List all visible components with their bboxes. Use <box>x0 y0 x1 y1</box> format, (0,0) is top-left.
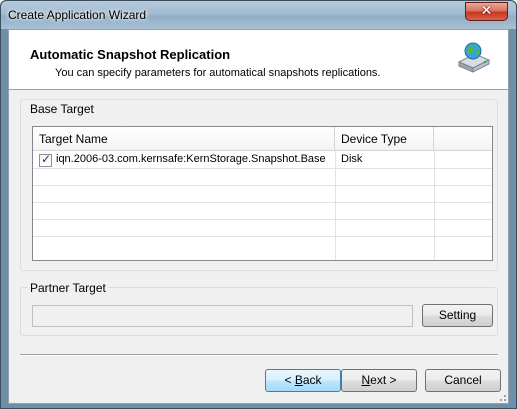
wizard-client-area: Automatic Snapshot Replication You can s… <box>8 29 509 404</box>
table-row-empty <box>33 237 492 254</box>
back-prefix: < <box>284 373 295 387</box>
disk-sync-icon <box>457 42 491 73</box>
next-accelerator: N <box>361 373 371 387</box>
device-type-cell: Disk <box>341 153 363 165</box>
table-row-empty <box>33 203 492 220</box>
window-title: Create Application Wizard <box>8 8 147 22</box>
row-checkbox[interactable]: ✓ <box>39 152 52 167</box>
table-row-empty <box>33 220 492 237</box>
back-rest: ack <box>302 373 322 387</box>
setting-button[interactable]: Setting <box>422 304 493 327</box>
target-name-cell: iqn.2006-03.com.kernsafe:KernStorage.Sna… <box>56 153 326 165</box>
next-button[interactable]: Next > <box>341 369 417 392</box>
title-bar[interactable]: Create Application Wizard ✕ <box>1 1 516 29</box>
partner-target-field[interactable] <box>32 305 413 327</box>
wizard-window: Create Application Wizard ✕ Automatic Sn… <box>0 0 517 409</box>
table-row-empty <box>33 186 492 203</box>
close-icon: ✕ <box>480 2 493 18</box>
grid-header: Target Name Device Type <box>33 127 492 151</box>
cancel-button[interactable]: Cancel <box>425 369 501 392</box>
footer-separator <box>20 354 498 356</box>
check-icon: ✓ <box>41 152 52 166</box>
wizard-header: Automatic Snapshot Replication You can s… <box>9 30 508 90</box>
page-title: Automatic Snapshot Replication <box>30 47 231 62</box>
column-header-target-name[interactable]: Target Name <box>33 127 335 151</box>
page-subtitle: You can specify parameters for automatic… <box>55 67 381 79</box>
table-row[interactable]: ✓ iqn.2006-03.com.kernsafe:KernStorage.S… <box>33 152 492 169</box>
back-accelerator: B <box>294 373 303 387</box>
back-button[interactable]: < Back <box>265 369 341 392</box>
column-header-device-type[interactable]: Device Type <box>335 127 434 151</box>
base-target-grid[interactable]: Target Name Device Type ✓ iqn.2006-03.co… <box>32 126 493 261</box>
base-target-label: Base Target <box>28 102 96 116</box>
table-row-empty <box>33 169 492 186</box>
partner-target-label: Partner Target <box>28 281 108 295</box>
next-rest: ext > <box>370 373 397 387</box>
close-button[interactable]: ✕ <box>465 2 508 21</box>
resize-grip-icon[interactable] <box>496 391 508 403</box>
